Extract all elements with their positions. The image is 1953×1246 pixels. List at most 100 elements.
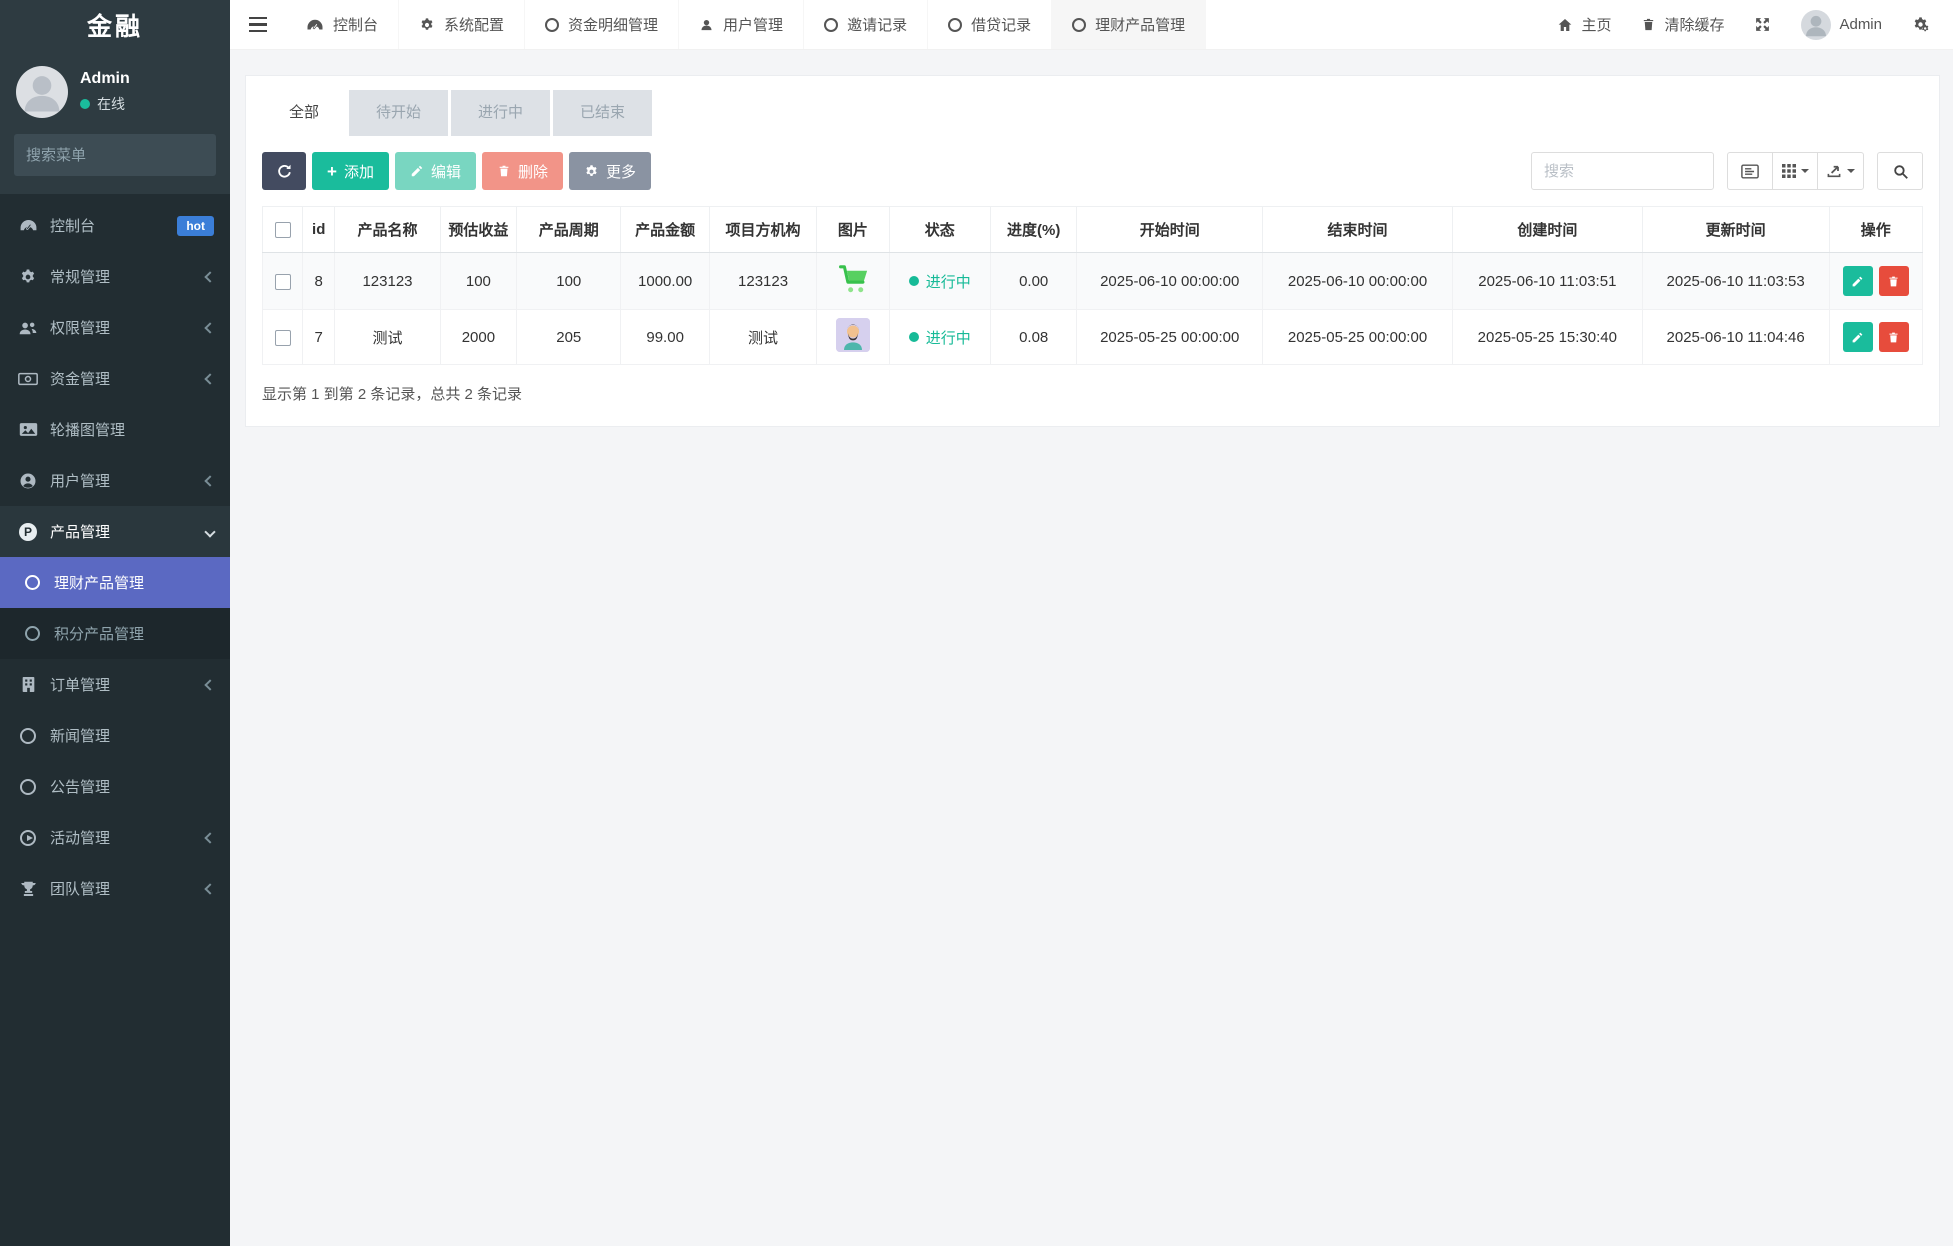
navtab-dashboard[interactable]: 控制台	[286, 0, 399, 49]
clear-cache-button[interactable]: 清除缓存	[1641, 14, 1724, 35]
sidebar-item-activities[interactable]: 活动管理	[0, 812, 230, 863]
sidebar-item-banners[interactable]: 轮播图管理	[0, 404, 230, 455]
tab-all[interactable]: 全部	[262, 90, 346, 136]
delete-button[interactable]: 删除	[482, 152, 563, 190]
fullscreen-button[interactable]	[1754, 16, 1771, 33]
home-icon	[1557, 17, 1573, 33]
products-table: id 产品名称 预估收益 产品周期 产品金额 项目方机构 图片 状态 进度(%)…	[262, 206, 1923, 365]
tachometer-icon	[306, 18, 324, 32]
detail-view-button[interactable]	[1727, 152, 1773, 190]
export-button[interactable]	[1817, 152, 1864, 190]
navtab-invite-records[interactable]: 邀请记录	[804, 0, 928, 49]
avatar	[1801, 10, 1831, 40]
navtab-fund-details[interactable]: 资金明细管理	[525, 0, 679, 49]
grid-icon	[1782, 164, 1796, 178]
tab-pending[interactable]: 待开始	[349, 90, 448, 136]
sidebar-item-teams[interactable]: 团队管理	[0, 863, 230, 914]
gear-icon	[419, 17, 435, 33]
user-menu[interactable]: Admin	[1801, 10, 1882, 40]
trash-icon	[1887, 275, 1900, 288]
top-navbar: 控制台 系统配置 资金明细管理 用户管理 邀请记录 借贷记录 理财产品管理 主页…	[230, 0, 1953, 50]
table-row: 8 123123 100 100 1000.00 123123 进行中 0.00…	[263, 253, 1923, 310]
products-submenu: 理财产品管理 积分产品管理	[0, 557, 230, 659]
trash-icon	[1887, 331, 1900, 344]
navtab-wealth-products[interactable]: 理财产品管理	[1052, 0, 1206, 49]
home-link[interactable]: 主页	[1557, 14, 1611, 35]
user-circle-icon	[16, 472, 40, 490]
sidebar-item-wealth-products[interactable]: 理财产品管理	[0, 557, 230, 608]
chevron-left-icon	[204, 679, 215, 690]
sidebar-item-orders[interactable]: 订单管理	[0, 659, 230, 710]
caret-down-icon	[1801, 169, 1809, 173]
row-checkbox[interactable]	[275, 330, 291, 346]
trash-icon	[1641, 17, 1656, 32]
navtab-system-config[interactable]: 系统配置	[399, 0, 525, 49]
table-search-input[interactable]	[1531, 152, 1714, 190]
sidebar-item-points-products[interactable]: 积分产品管理	[0, 608, 230, 659]
more-button[interactable]: 更多	[569, 152, 651, 190]
plus-icon: +	[327, 163, 337, 180]
refresh-icon	[276, 163, 293, 180]
building-icon	[16, 676, 40, 693]
row-delete-button[interactable]	[1879, 322, 1909, 352]
users-icon	[16, 320, 40, 336]
select-all-checkbox[interactable]	[275, 222, 291, 238]
status-badge: 进行中	[909, 271, 971, 292]
chevron-left-icon	[204, 373, 215, 384]
circle-o-icon	[16, 728, 40, 744]
navtab-user-management[interactable]: 用户管理	[679, 0, 804, 49]
status-dot-icon	[909, 332, 919, 342]
row-edit-button[interactable]	[1843, 266, 1873, 296]
play-circle-icon	[16, 830, 40, 846]
sidebar-item-announcements[interactable]: 公告管理	[0, 761, 230, 812]
sidebar-header: 金融 Admin 在线	[0, 0, 230, 194]
chevron-left-icon	[204, 322, 215, 333]
circle-o-icon	[16, 779, 40, 795]
row-edit-button[interactable]	[1843, 322, 1873, 352]
row-delete-button[interactable]	[1879, 266, 1909, 296]
user-avatar	[16, 66, 68, 118]
columns-button[interactable]	[1772, 152, 1818, 190]
main-panel: 全部 待开始 进行中 已结束 +添加 编辑 删除 更多	[245, 75, 1940, 427]
navtab-loan-records[interactable]: 借贷记录	[928, 0, 1052, 49]
sidebar-item-news[interactable]: 新闻管理	[0, 710, 230, 761]
row-checkbox[interactable]	[275, 274, 291, 290]
sidebar-search	[14, 134, 216, 176]
sidebar-item-funds[interactable]: 资金管理	[0, 353, 230, 404]
sidebar-item-dashboard[interactable]: 控制台 hot	[0, 200, 230, 251]
sidebar-search-input[interactable]	[26, 147, 225, 164]
tab-in-progress[interactable]: 进行中	[451, 90, 550, 136]
navbar-right: 主页 清除缓存 Admin	[1557, 0, 1953, 49]
sidebar-item-users[interactable]: 用户管理	[0, 455, 230, 506]
pencil-icon	[410, 164, 424, 178]
sidebar-menu: 控制台 hot 常规管理 权限管理 资金管理 轮播图管理 用户管理 P 产品管理	[0, 194, 230, 914]
cogs-icon	[16, 268, 40, 286]
user-panel: Admin 在线	[0, 54, 230, 132]
tachometer-icon	[16, 218, 40, 233]
refresh-button[interactable]	[262, 152, 306, 190]
circle-o-icon	[824, 18, 838, 32]
user-icon	[699, 17, 714, 32]
user-status: 在线	[80, 94, 130, 114]
add-button[interactable]: +添加	[312, 152, 389, 190]
sidebar-item-permissions[interactable]: 权限管理	[0, 302, 230, 353]
search-button[interactable]	[1877, 152, 1923, 190]
chevron-left-icon	[204, 271, 215, 282]
gear-icon	[584, 164, 599, 179]
trash-icon	[497, 164, 511, 178]
tab-finished[interactable]: 已结束	[553, 90, 652, 136]
money-icon	[16, 372, 40, 386]
view-options-group	[1727, 152, 1864, 190]
gears-icon	[1912, 16, 1929, 33]
sidebar-item-general[interactable]: 常规管理	[0, 251, 230, 302]
chevron-left-icon	[204, 832, 215, 843]
hamburger-menu-icon[interactable]	[230, 0, 286, 49]
caret-down-icon	[1847, 169, 1855, 173]
table-row: 7 测试 2000 205 99.00 测试 进行中 0.08 2025-05-…	[263, 310, 1923, 365]
settings-button[interactable]	[1912, 16, 1929, 33]
circle-o-icon	[20, 626, 44, 641]
edit-button[interactable]: 编辑	[395, 152, 476, 190]
status-filter-tabs: 全部 待开始 进行中 已结束	[262, 90, 1923, 136]
list-view-icon	[1741, 164, 1759, 179]
sidebar-item-products[interactable]: P 产品管理	[0, 506, 230, 557]
